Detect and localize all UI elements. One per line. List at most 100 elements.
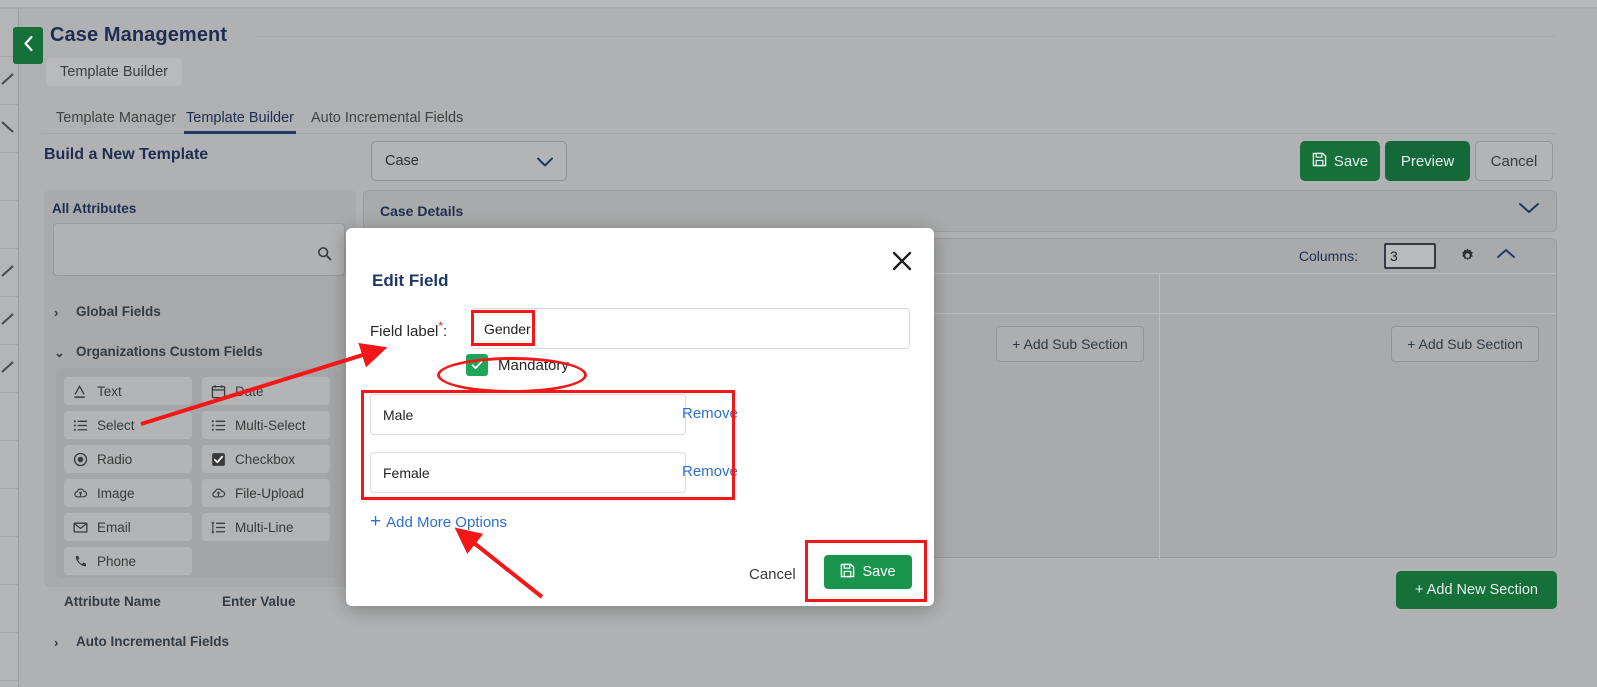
checkbox-icon (210, 451, 227, 468)
section-column-header (1160, 274, 1556, 314)
option-input[interactable]: Female (370, 452, 686, 493)
chevron-down-icon (536, 155, 554, 173)
option-value: Male (383, 407, 414, 423)
top-divider (0, 8, 1597, 9)
columns-label: Columns: (1298, 248, 1358, 264)
add-more-options-label: Add More Options (386, 513, 508, 531)
tick-icon (0, 311, 16, 327)
image-upload-icon (72, 485, 89, 502)
tab-template-manager[interactable]: Template Manager (54, 103, 178, 134)
columns-input[interactable]: 3 (1384, 243, 1436, 269)
field-label-caption: Field label*: (370, 319, 447, 340)
modal-cancel-button[interactable]: Cancel (749, 566, 796, 583)
modal-title: Edit Field (372, 271, 449, 290)
mandatory-label: Mandatory (498, 356, 569, 374)
rail-item[interactable] (0, 201, 18, 249)
tick-icon (0, 263, 16, 279)
field-type-multi-select[interactable]: Multi-Select (202, 411, 330, 439)
chevron-down-icon: ⌄ (54, 345, 65, 360)
attributes-search-box[interactable] (53, 223, 345, 276)
section-column-3: + Add Sub Section (1160, 274, 1556, 559)
remove-option-link[interactable]: Remove (682, 463, 738, 480)
add-sub-section-button[interactable]: + Add Sub Section (1391, 326, 1539, 362)
add-new-section-button[interactable]: + Add New Section (1396, 571, 1557, 609)
rail-item[interactable] (0, 585, 18, 633)
calendar-icon (210, 383, 227, 400)
group-auto-incremental-fields[interactable]: › Auto Incremental Fields (54, 634, 229, 650)
field-label-input[interactable]: Gender (471, 308, 910, 349)
option-row: Male Remove (370, 394, 738, 435)
build-a-new-template-title: Build a New Template (44, 146, 209, 163)
preview-button[interactable]: Preview (1385, 141, 1470, 181)
case-details-section-header[interactable]: Case Details (363, 190, 1557, 232)
floppy-disk-icon (840, 563, 855, 582)
field-type-radio[interactable]: Radio (64, 445, 192, 473)
rail-item[interactable] (0, 57, 18, 105)
field-type-phone[interactable]: Phone (64, 547, 192, 575)
breadcrumb-chip[interactable]: Template Builder (46, 58, 182, 86)
field-type-multi-line[interactable]: Multi-Line (202, 513, 330, 541)
option-input[interactable]: Male (370, 394, 686, 435)
envelope-icon (72, 519, 89, 536)
gear-icon[interactable] (1459, 247, 1476, 269)
browser-top-strip (0, 0, 1597, 8)
field-type-multi-line-label: Multi-Line (235, 519, 294, 535)
mandatory-row[interactable]: Mandatory (466, 354, 569, 376)
rail-gutter (19, 9, 41, 687)
chevron-up-icon[interactable] (1496, 247, 1516, 265)
group-global-fields[interactable]: › Global Fields (54, 304, 161, 320)
floppy-disk-icon (1312, 152, 1327, 171)
group-organizations-custom-fields[interactable]: ⌄ Organizations Custom Fields (54, 344, 263, 360)
left-nav-rail[interactable] (0, 9, 19, 687)
chevron-right-icon: › (54, 635, 59, 650)
rail-item[interactable] (0, 249, 18, 297)
field-type-image[interactable]: Image (64, 479, 192, 507)
chevron-right-icon: › (54, 305, 59, 320)
group-global-fields-label: Global Fields (76, 304, 161, 319)
rail-item[interactable] (0, 537, 18, 585)
remove-option-link[interactable]: Remove (682, 405, 738, 422)
case-details-label: Case Details (380, 203, 464, 219)
close-icon[interactable] (889, 248, 915, 274)
rail-item[interactable] (0, 393, 18, 441)
rail-item[interactable] (0, 489, 18, 537)
page-title: Case Management (50, 24, 228, 46)
cancel-template-button[interactable]: Cancel (1475, 141, 1553, 181)
field-type-multi-select-label: Multi-Select (235, 417, 306, 433)
option-value: Female (383, 465, 430, 481)
rail-item[interactable] (0, 441, 18, 489)
save-template-button[interactable]: Save (1300, 141, 1380, 181)
field-type-checkbox[interactable]: Checkbox (202, 445, 330, 473)
field-type-file-upload[interactable]: File-Upload (202, 479, 330, 507)
field-type-date-label: Date (235, 383, 264, 399)
modal-save-label: Save (862, 564, 896, 580)
mandatory-checkbox[interactable] (466, 354, 488, 376)
rail-item[interactable] (0, 105, 18, 153)
edit-field-modal: Edit Field Field label*: Gender Mandator… (346, 228, 934, 606)
multiline-icon (210, 519, 227, 536)
chevron-down-icon[interactable] (1518, 201, 1540, 220)
rail-item[interactable] (0, 297, 18, 345)
field-type-grid: Text Date Select Multi-Select Radio Chec… (56, 368, 338, 578)
field-type-text[interactable]: Text (64, 377, 192, 405)
tab-auto-incremental-fields[interactable]: Auto Incremental Fields (309, 103, 465, 134)
modal-save-button[interactable]: Save (824, 555, 912, 589)
back-button[interactable] (13, 27, 43, 64)
rail-item[interactable] (0, 633, 18, 681)
add-sub-section-button[interactable]: + Add Sub Section (996, 326, 1144, 362)
option-row: Female Remove (370, 452, 738, 493)
entity-type-select[interactable]: Case (371, 141, 567, 181)
rail-item[interactable] (0, 153, 18, 201)
tab-template-builder[interactable]: Template Builder (184, 103, 296, 134)
tick-icon (0, 119, 16, 135)
text-a-icon (72, 383, 89, 400)
tick-icon (0, 71, 16, 87)
rail-item[interactable] (0, 345, 18, 393)
add-more-options-link[interactable]: + Add More Options (370, 511, 507, 533)
field-label-text: Field label (370, 323, 439, 340)
search-icon[interactable] (317, 246, 332, 266)
list-icon (210, 417, 227, 434)
field-type-email[interactable]: Email (64, 513, 192, 541)
field-type-date[interactable]: Date (202, 377, 330, 405)
field-type-select[interactable]: Select (64, 411, 192, 439)
